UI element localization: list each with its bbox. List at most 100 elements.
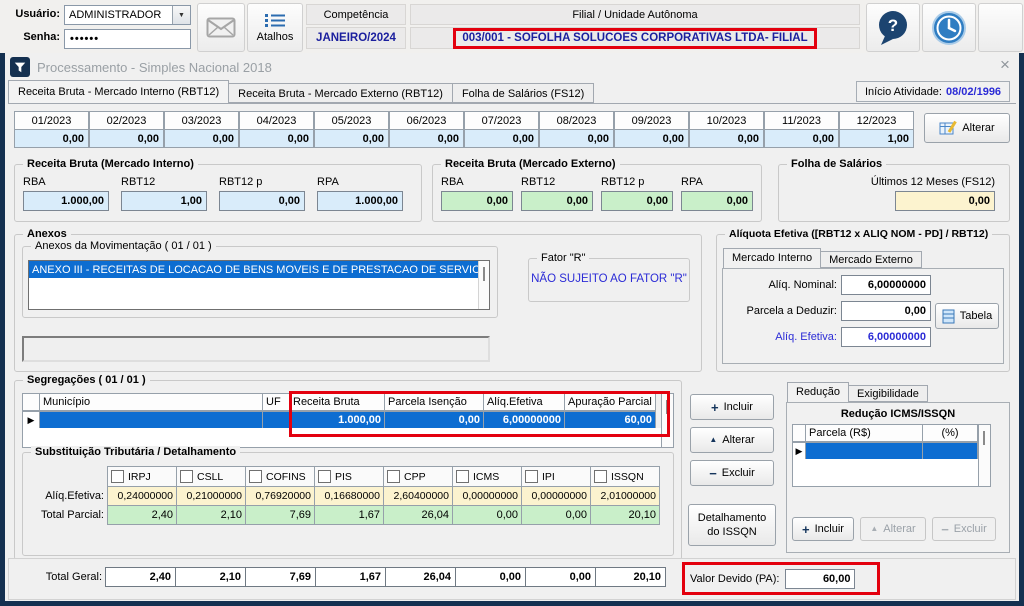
tax-checkbox[interactable] [318,470,331,483]
reducao-selected-row[interactable]: ▶ [792,442,978,460]
clock-button[interactable] [922,3,976,52]
field-label: RBA [441,176,513,188]
fs12-label: Últimos 12 Meses (FS12) [871,176,995,188]
user-value: ADMINISTRADOR [65,9,172,21]
aliq-efetiva-cell: 0,24000000 [107,486,177,506]
alterar-months-label: Alterar [962,122,994,134]
tab-aliq-mercado-interno[interactable]: Mercado Interno [723,248,821,268]
segregacoes-grid-body [22,428,662,448]
month-header: 11/2023 [764,111,839,130]
alterar-reducao-button[interactable]: ▲Alterar [860,517,926,541]
tab-folha-salarios[interactable]: Folha de Salários (FS12) [453,83,594,103]
field-label: RPA [681,176,753,188]
excluir-segregacao-button[interactable]: −Excluir [690,460,774,486]
field-value: 0,00 [681,191,753,211]
group-mercado-externo: Receita Bruta (Mercado Externo) RBA 0,00… [432,164,762,222]
user-dropdown[interactable]: ADMINISTRADOR ▼ [64,5,191,25]
total-geral-cell: 20,10 [595,567,666,587]
tab-mercado-externo[interactable]: Receita Bruta - Mercado Externo (RBT12) [229,83,453,103]
col-apuracao-parcial: Apuração Parcial [564,393,656,411]
group-mercado-externo-title: Receita Bruta (Mercado Externo) [441,158,620,170]
aliq-nominal-label: Alíq. Nominal: [727,279,837,291]
list-icon [265,13,285,28]
group-fator-r-title: Fator "R" [537,252,589,264]
group-segregacoes-title: Segregações ( 01 / 01 ) [23,374,150,386]
tax-checkbox[interactable] [180,470,193,483]
password-field[interactable]: •••••• [64,29,191,49]
segregacoes-selected-row[interactable]: ▶ 1.000,00 0,00 6,00000000 60,00 [22,411,656,429]
alterar-months-button[interactable]: Alterar [924,113,1010,143]
field-value: 0,00 [219,191,305,211]
field-label: RBA [23,176,109,188]
tax-checkbox[interactable] [525,470,538,483]
segregacoes-scrollbar[interactable] [661,393,674,448]
inicio-atividade-label: Início Atividade: [865,86,942,98]
field-label: RBT12 p [601,176,673,188]
close-icon[interactable]: × [996,55,1014,75]
aliq-efetiva-cell: 0,00000000 [452,486,522,506]
total-geral-cell: 26,04 [385,567,456,587]
anexos-scrollbar[interactable] [478,261,489,309]
month-value: 0,00 [689,129,764,148]
reducao-tabs: Redução Exigibilidade [787,382,928,402]
incluir-segregacao-button[interactable]: +Incluir [690,394,774,420]
field-value: 1,00 [121,191,207,211]
aliq-efetiva-cell: 2,60400000 [383,486,453,506]
valor-devido-highlight-box: Valor Devido (PA): 60,00 [682,562,880,595]
aliq-efetiva-row: 0,240000000,210000000,769200000,16680000… [108,486,660,506]
competencia-label: Competência [306,4,406,25]
minus-icon: − [941,523,949,536]
tabela-button[interactable]: Tabela [935,303,999,329]
anexo-selected-item[interactable]: ANEXO III - RECEITAS DE LOCACAO DE BENS … [29,261,489,278]
cell-municipio [39,411,263,429]
tab-mercado-interno[interactable]: Receita Bruta - Mercado Interno (RBT12) [8,80,229,103]
password-label: Senha: [4,31,60,43]
mercado-externo-fields: RBA 0,00 RBT12 0,00 RBT12 p 0,00 RPA 0,0… [433,165,761,211]
month-value: 0,00 [389,129,464,148]
aliq-nominal-value: 6,00000000 [841,275,931,295]
anexos-listbox[interactable]: ANEXO III - RECEITAS DE LOCACAO DE BENS … [28,260,490,310]
tab-exigibilidade[interactable]: Exigibilidade [849,385,928,402]
tab-aliq-mercado-externo[interactable]: Mercado Externo [821,251,922,268]
aliq-efetiva-cell: 0,76920000 [245,486,315,506]
row-selector-icon: ▶ [792,442,806,460]
detalhamento-issqn-button[interactable]: Detalhamento do ISSQN [688,504,776,546]
total-geral-cell: 2,40 [105,567,176,587]
group-substituicao-title: Substituição Tributária / Detalhamento [31,446,240,458]
field-value: 0,00 [601,191,673,211]
mail-button[interactable] [197,3,245,52]
tax-label: ICMS [473,471,499,483]
incluir-reducao-button[interactable]: +Incluir [792,517,854,541]
total-geral-cell: 0,00 [455,567,526,587]
chevron-down-icon[interactable]: ▼ [172,6,190,24]
cell-uf [262,411,290,429]
tax-checkbox[interactable] [456,470,469,483]
tax-checkbox[interactable] [249,470,262,483]
tax-checkbox[interactable] [594,470,607,483]
month-value: 0,00 [14,129,89,148]
aliq-efetiva-row-label: Alíq.Efetiva: [24,490,104,502]
row-selector-icon: ▶ [22,411,40,429]
month-header: 03/2023 [164,111,239,130]
fs12-value: 0,00 [895,191,995,211]
total-geral-cell: 0,00 [525,567,596,587]
excluir-reducao-button[interactable]: −Excluir [932,517,996,541]
reducao-scrollbar[interactable] [978,424,991,487]
tab-reducao[interactable]: Redução [787,382,849,402]
aliq-efetiva-cell: 0,16680000 [314,486,384,506]
tax-label: IPI [542,471,555,483]
tabela-label: Tabela [960,310,992,322]
tax-checkbox[interactable] [111,470,124,483]
total-geral-cell: 7,69 [245,567,316,587]
tax-checkbox[interactable] [387,470,400,483]
alterar-segregacao-button[interactable]: ▲Alterar [690,427,774,453]
group-mercado-interno-title: Receita Bruta (Mercado Interno) [23,158,198,170]
total-parcial-cell: 0,00 [452,505,522,525]
month-header: 01/2023 [14,111,89,130]
col-parcela-isencao: Parcela Isenção [384,393,484,411]
field-value: 0,00 [441,191,513,211]
shortcuts-button[interactable]: Atalhos [247,3,303,52]
tax-label: PIS [335,471,352,483]
help-button[interactable]: ? [866,3,920,52]
app-screen: Usuário: ADMINISTRADOR ▼ Senha: •••••• A… [0,0,1024,606]
